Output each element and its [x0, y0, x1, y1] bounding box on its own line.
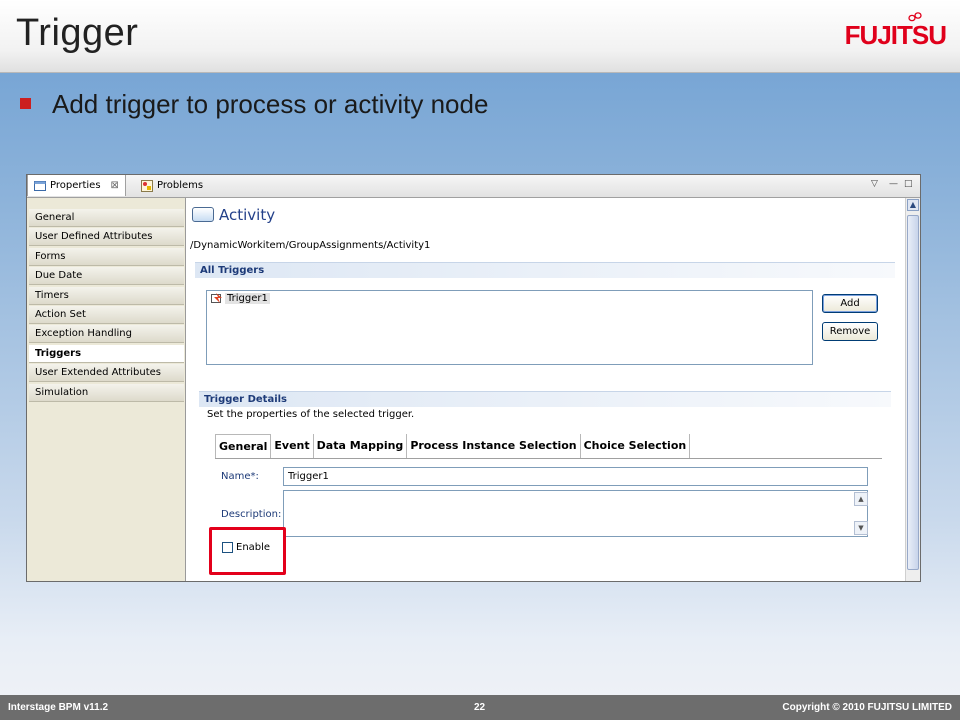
tab-label: Properties [50, 180, 101, 191]
problems-icon [141, 179, 153, 192]
sidebar-item-user-extended-attributes[interactable]: User Extended Attributes [29, 364, 184, 382]
trigger-details-description: Set the properties of the selected trigg… [207, 409, 415, 420]
trigger-details-heading[interactable]: Trigger Details [199, 391, 891, 407]
slide-title: Trigger [16, 12, 139, 54]
list-item[interactable]: Trigger1 [211, 293, 270, 304]
maximize-icon[interactable]: □ [904, 179, 913, 189]
sidebar-item-forms[interactable]: Forms [29, 248, 184, 266]
description-scroll-down-icon[interactable]: ▼ [854, 521, 868, 535]
tab-general[interactable]: General [215, 434, 272, 458]
name-field[interactable]: Trigger1 [283, 467, 868, 486]
tab-label: Problems [157, 180, 204, 191]
description-scroll-up-icon[interactable]: ▲ [854, 492, 868, 506]
tab-event[interactable]: Event [271, 434, 314, 458]
footer-product: Interstage BPM v11.2 [8, 702, 109, 713]
sidebar-item-simulation[interactable]: Simulation [29, 384, 184, 402]
view-tab-bar: Properties ⊠ Problems ▽ — □ [27, 175, 920, 198]
all-triggers-heading[interactable]: All Triggers [195, 262, 895, 278]
bullet-text: Add trigger to process or activity node [52, 89, 489, 119]
properties-view: Properties ⊠ Problems ▽ — □ General User… [26, 174, 921, 582]
trigger-icon [211, 293, 222, 303]
tab-process-instance-selection[interactable]: Process Instance Selection [407, 434, 581, 458]
slide-footer: Interstage BPM v11.2 22 Copyright © 2010… [0, 695, 960, 720]
sidebar-item-due-date[interactable]: Due Date [29, 267, 184, 285]
tab-data-mapping[interactable]: Data Mapping [314, 434, 408, 458]
add-button[interactable]: Add [822, 294, 878, 313]
tab-problems[interactable]: Problems [135, 175, 209, 196]
footer-copyright: Copyright © 2010 FUJITSU LIMITED [782, 702, 952, 713]
triggers-list[interactable]: Trigger1 [206, 290, 813, 365]
description-field[interactable] [283, 490, 868, 537]
activity-icon [192, 207, 214, 222]
activity-path: /DynamicWorkitem/GroupAssignments/Activi… [190, 240, 431, 251]
view-menu-icon[interactable]: ▽ [871, 179, 878, 189]
page-number: 22 [474, 702, 486, 713]
bullet-icon [20, 98, 31, 109]
activity-title: Activity [219, 206, 276, 224]
enable-highlight-box [209, 527, 286, 575]
properties-content: Activity /DynamicWorkitem/GroupAssignmen… [186, 198, 906, 581]
trigger-detail-tabs: General Event Data Mapping Process Insta… [215, 434, 882, 459]
description-label: Description: [221, 509, 282, 520]
sidebar-item-exception-handling[interactable]: Exception Handling [29, 325, 184, 343]
tab-choice-selection[interactable]: Choice Selection [581, 434, 691, 458]
properties-icon [34, 180, 46, 191]
sidebar-item-user-defined-attributes[interactable]: User Defined Attributes [29, 228, 184, 246]
content-scrollbar[interactable]: ▲ [905, 198, 920, 581]
properties-sidebar: General User Defined Attributes Forms Du… [27, 198, 186, 581]
remove-button[interactable]: Remove [822, 322, 878, 341]
tab-properties[interactable]: Properties ⊠ [27, 175, 126, 196]
scroll-up-icon[interactable]: ▲ [907, 199, 919, 211]
trigger-name: Trigger1 [225, 293, 270, 304]
close-icon[interactable]: ⊠ [111, 180, 119, 191]
sidebar-item-timers[interactable]: Timers [29, 287, 184, 305]
fujitsu-logo: FUJITSU [844, 20, 947, 50]
name-label: Name*: [221, 471, 259, 482]
sidebar-item-triggers[interactable]: Triggers [29, 345, 184, 363]
sidebar-item-action-set[interactable]: Action Set [29, 306, 184, 324]
sidebar-item-general[interactable]: General [29, 209, 184, 227]
scroll-thumb[interactable] [907, 215, 919, 570]
minimize-icon[interactable]: — [889, 179, 898, 189]
slide-header: Trigger FUJITSU [0, 0, 960, 73]
